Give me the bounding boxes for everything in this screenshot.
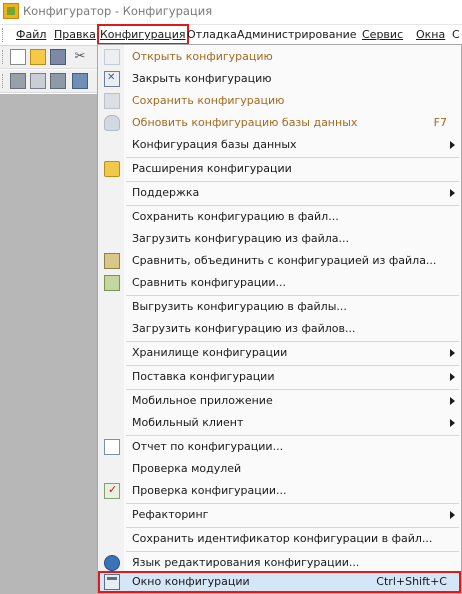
check-config-icon — [104, 483, 120, 499]
shortcut-ctrl-shift-c: Ctrl+Shift+C — [376, 575, 447, 588]
toolbar-config — [0, 70, 97, 93]
menu-item-export-files[interactable]: Выгрузить конфигурацию в файлы... — [98, 296, 461, 318]
submenu-arrow-icon — [450, 397, 455, 405]
menu-item-update-db[interactable]: Обновить конфигурацию базы данных F7 — [98, 112, 461, 134]
toolbar-grip[interactable] — [2, 50, 6, 64]
menu-item-extensions[interactable]: Расширения конфигурации — [98, 158, 461, 180]
menu-item-mobile-app[interactable]: Мобильное приложение — [98, 390, 461, 412]
toolbar-standard: ✂ — [0, 46, 97, 69]
extensions-icon — [104, 161, 120, 177]
menu-item-save-config[interactable]: Сохранить конфигурацию — [98, 90, 461, 112]
menu-configuration[interactable]: Конфигурация — [97, 24, 189, 45]
menu-item-import-files[interactable]: Загрузить конфигурацию из файлов... — [98, 318, 461, 340]
close-config-icon — [104, 71, 120, 87]
app-logo-icon — [3, 3, 19, 19]
new-document-icon[interactable] — [10, 49, 26, 65]
menu-item-refactoring[interactable]: Рефакторинг — [98, 504, 461, 526]
menu-item-open-config[interactable]: Открыть конфигурацию — [98, 46, 461, 68]
menu-item-support[interactable]: Поддержка — [98, 182, 461, 204]
report-icon — [104, 439, 120, 455]
database-icon[interactable] — [50, 73, 66, 89]
save-icon[interactable] — [50, 49, 66, 65]
menu-help[interactable]: С — [452, 27, 460, 43]
submenu-arrow-icon — [450, 373, 455, 381]
toolbar-grip[interactable] — [2, 74, 6, 88]
menu-item-db-config[interactable]: Конфигурация базы данных — [98, 134, 461, 156]
menu-item-check-config[interactable]: Проверка конфигурации... — [98, 480, 461, 502]
submenu-arrow-icon — [450, 141, 455, 149]
menu-item-config-report[interactable]: Отчет по конфигурации... — [98, 436, 461, 458]
menu-item-repository[interactable]: Хранилище конфигурации — [98, 342, 461, 364]
language-icon — [104, 555, 120, 571]
properties-icon[interactable] — [30, 73, 46, 89]
compare-merge-icon — [104, 253, 120, 269]
open-config-icon — [104, 49, 120, 65]
config-window-icon — [104, 574, 120, 590]
shortcut-f7: F7 — [433, 116, 447, 129]
menu-edit[interactable]: Правка — [54, 27, 96, 43]
menu-bar: Файл Правка Конфигурация Отладка Админис… — [0, 24, 462, 46]
menu-item-save-id[interactable]: Сохранить идентификатор конфигурации в ф… — [98, 528, 461, 550]
update-db-icon — [104, 115, 120, 131]
menu-administration[interactable]: Администрирование — [237, 27, 357, 43]
menu-item-config-window[interactable]: Окно конфигурации Ctrl+Shift+C — [98, 571, 461, 593]
submenu-arrow-icon — [450, 511, 455, 519]
submenu-arrow-icon — [450, 419, 455, 427]
title-bar: Конфигуратор - Конфигурация — [0, 0, 462, 22]
menu-item-save-to-file[interactable]: Сохранить конфигурацию в файл... — [98, 206, 461, 228]
window-icon[interactable] — [72, 73, 88, 89]
window-title: Конфигуратор - Конфигурация — [23, 4, 213, 18]
menu-item-delivery[interactable]: Поставка конфигурации — [98, 366, 461, 388]
menu-item-compare[interactable]: Сравнить конфигурации... — [98, 272, 461, 294]
menu-windows[interactable]: Окна — [416, 27, 445, 43]
save-config-icon — [104, 93, 120, 109]
compare-icon — [104, 275, 120, 291]
cut-icon[interactable]: ✂ — [72, 49, 88, 65]
configuration-menu: Открыть конфигурацию Закрыть конфигураци… — [97, 44, 462, 594]
submenu-arrow-icon — [450, 189, 455, 197]
open-folder-icon[interactable] — [30, 49, 46, 65]
submenu-arrow-icon — [450, 349, 455, 357]
menu-item-close-config[interactable]: Закрыть конфигурацию — [98, 68, 461, 90]
menubar-grip[interactable] — [2, 28, 6, 42]
menu-service[interactable]: Сервис — [362, 27, 403, 43]
config-tree-icon[interactable] — [10, 73, 26, 89]
menu-item-check-modules[interactable]: Проверка модулей — [98, 458, 461, 480]
menu-item-mobile-client[interactable]: Мобильный клиент — [98, 412, 461, 434]
menu-item-compare-merge[interactable]: Сравнить, объединить с конфигурацией из … — [98, 250, 461, 272]
menu-file[interactable]: Файл — [16, 27, 46, 43]
menu-item-load-from-file[interactable]: Загрузить конфигурацию из файла... — [98, 228, 461, 250]
menu-debug[interactable]: Отладка — [187, 27, 237, 43]
